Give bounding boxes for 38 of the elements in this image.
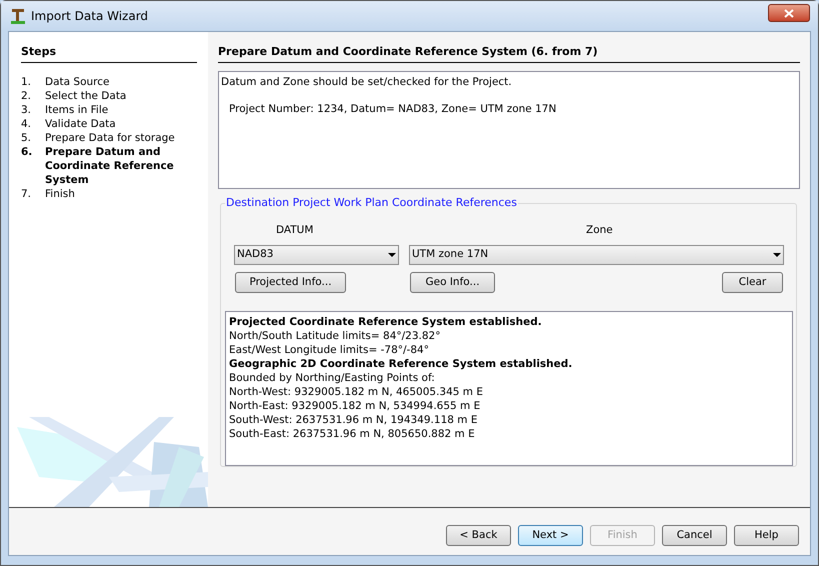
- zone-label: Zone: [586, 222, 613, 238]
- info-line: Projected Coordinate Reference System established.: [229, 315, 543, 330]
- steps-heading: Steps: [21, 44, 197, 62]
- info-line: North-East: 9329005.182 m N, 534994.655 m E: [229, 399, 482, 414]
- info-line: East/West Longitude limits= -78°/-84°: [229, 343, 430, 358]
- project-summary: Project Number: 1234, Datum= NAD83, Zone= UTM zone 17N: [229, 102, 558, 118]
- datum-dropdown[interactable]: NAD83: [234, 245, 399, 266]
- info-line: North/South Latitude limits= 84°/23.82°: [229, 329, 442, 344]
- step-item: 4. Validate Data: [21, 116, 117, 130]
- caret-icon: [773, 253, 781, 258]
- info-line: South-West: 2637531.96 m N, 194349.118 m E: [229, 413, 478, 428]
- step-item: 6. Prepare Datum and Coordinate Reference System: [21, 144, 175, 186]
- step-item: 1. Data Source: [21, 74, 110, 88]
- info-line: Bounded by Northing/Easting Points of:: [229, 371, 436, 386]
- wizard-button[interactable]: Help: [734, 525, 799, 546]
- group-legend: Destination Project Work Plan Coordinate References: [225, 194, 518, 211]
- window-title: Import Data Wizard: [31, 8, 148, 25]
- clear-button[interactable]: Clear: [722, 272, 783, 294]
- info-line: Geographic 2D Coordinate Reference System established.: [229, 357, 574, 372]
- step-item: 2. Select the Data: [21, 88, 128, 102]
- geo-info-button[interactable]: Geo Info...: [410, 272, 495, 294]
- wizard-button[interactable]: Next >: [518, 525, 583, 546]
- zone-dropdown[interactable]: UTM zone 17N: [409, 245, 784, 266]
- wizard-button[interactable]: < Back: [446, 525, 511, 546]
- intro-text: Datum and Zone should be set/checked for the Project.: [221, 74, 513, 90]
- app-icon: [9, 7, 27, 25]
- info-line: North-West: 9329005.182 m N, 465005.345 m E: [229, 385, 484, 400]
- projected-info-button[interactable]: Projected Info...: [235, 272, 346, 294]
- caret-icon: [388, 253, 396, 258]
- step-item: 7. Finish: [21, 186, 76, 200]
- datum-label: DATUM: [276, 222, 314, 238]
- close-button[interactable]: [768, 4, 810, 22]
- wizard-button[interactable]: Cancel: [662, 525, 727, 546]
- info-line: South-East: 2637531.96 m N, 805650.882 m E: [229, 427, 476, 442]
- step-item: 3. Items in File: [21, 102, 110, 116]
- close-icon: [784, 8, 794, 18]
- step-item: 5. Prepare Data for storage: [21, 130, 176, 144]
- page-heading: Prepare Datum and Coordinate Reference System (6. from 7): [218, 44, 800, 62]
